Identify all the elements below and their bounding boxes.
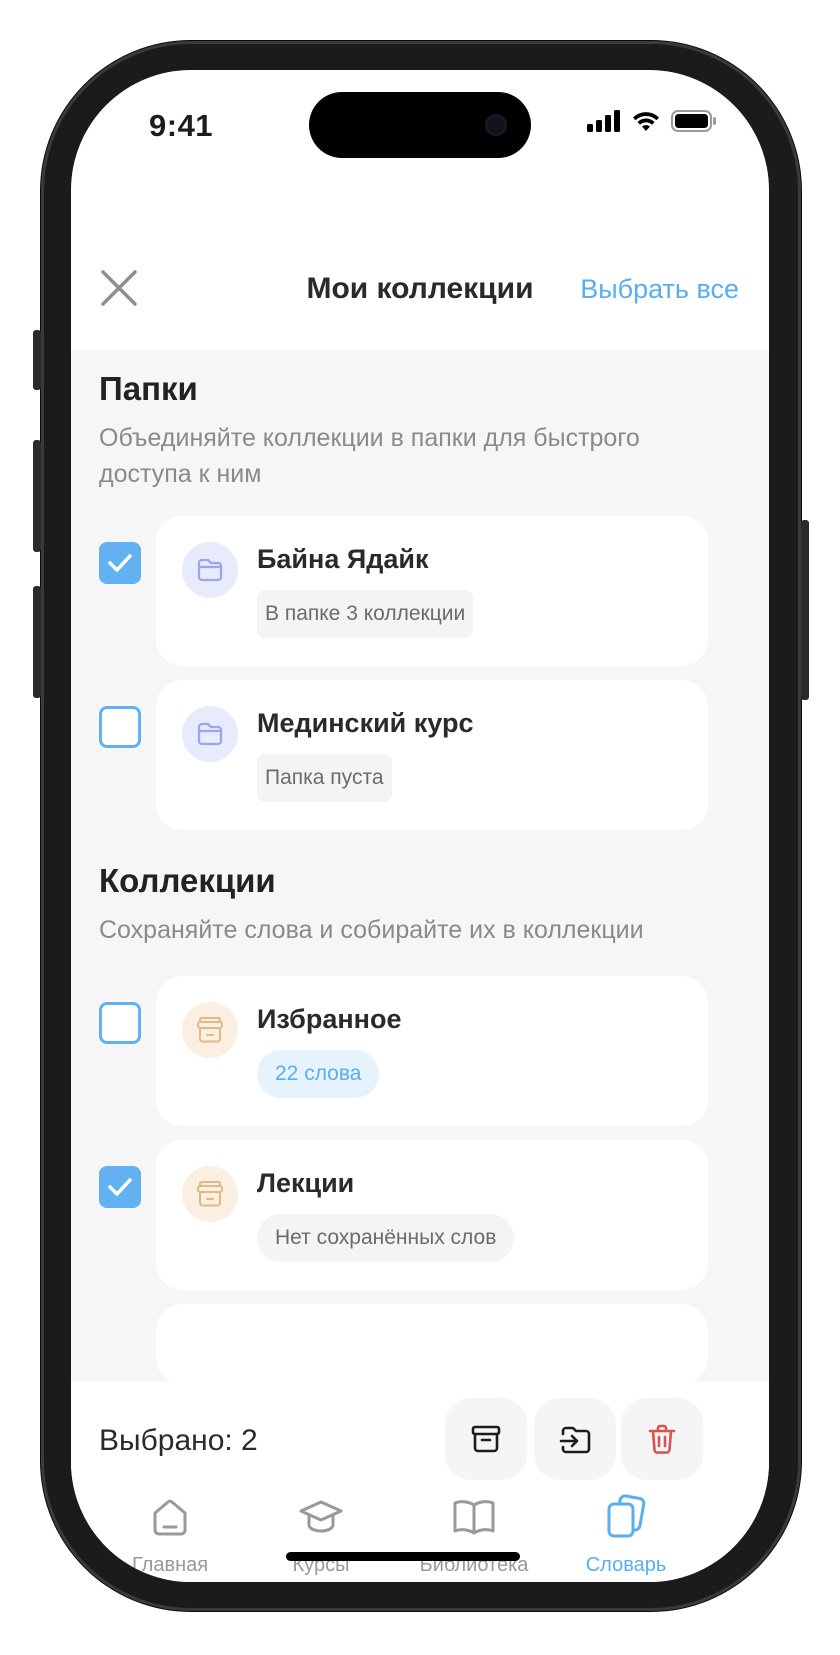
archive-box-icon: [197, 1181, 223, 1207]
folder-card[interactable]: Мединский курс Папка пуста: [156, 680, 708, 830]
home-indicator[interactable]: [286, 1552, 520, 1561]
mute-switch: [33, 330, 41, 390]
archive-button[interactable]: [445, 1398, 527, 1480]
tab-label: Главная: [131, 1554, 209, 1576]
book-icon: [453, 1500, 495, 1535]
delete-button[interactable]: [621, 1398, 703, 1480]
collection-card[interactable]: Лекции Нет сохранённых слов: [156, 1140, 708, 1290]
cards-icon: [607, 1494, 646, 1538]
folder-icon-badge: [182, 706, 238, 762]
volume-down-button: [33, 586, 41, 698]
header: Мои коллекции Выбрать все: [71, 210, 769, 350]
status-icons: [587, 110, 717, 132]
collection-checkbox[interactable]: [99, 1166, 141, 1208]
folders-section-title: Папки: [99, 370, 198, 407]
screen: 9:41 Мои коллекции Выбрать все Папки Объ…: [71, 70, 769, 1582]
collection-card[interactable]: [156, 1304, 708, 1382]
folder-icon: [197, 722, 223, 746]
select-all-button[interactable]: Выбрать все: [580, 274, 739, 305]
dynamic-island: [309, 92, 531, 158]
tab-library[interactable]: Библиотека: [389, 1492, 559, 1577]
content-area[interactable]: Папки Объединяйте коллекции в папки для …: [71, 350, 769, 1382]
collection-name: Избранное: [257, 1004, 402, 1034]
archive-box-icon: [197, 1017, 223, 1043]
tab-courses[interactable]: Курсы: [236, 1492, 406, 1577]
tab-home[interactable]: Главная: [85, 1492, 255, 1577]
collection-count-chip: Нет сохранённых слов: [257, 1214, 515, 1262]
collection-card[interactable]: Избранное 22 слова: [156, 976, 708, 1126]
wifi-icon: [633, 112, 659, 131]
move-to-folder-button[interactable]: [534, 1398, 616, 1480]
power-button: [801, 520, 809, 700]
camera-icon: [485, 114, 507, 136]
folder-icon: [197, 558, 223, 582]
tab-dictionary[interactable]: Словарь: [541, 1492, 711, 1577]
collection-row: Лекции Нет сохранённых слов: [71, 1140, 769, 1290]
collections-section-title: Коллекции: [99, 862, 276, 899]
folder-row: Мединский курс Папка пуста: [71, 680, 769, 830]
tab-bar: Главная Курсы Библиотека Словарь: [71, 1492, 769, 1582]
tab-label: Словарь: [585, 1554, 667, 1576]
collection-count-chip: 22 слова: [257, 1050, 380, 1098]
folder-info-chip: В папке 3 коллекции: [257, 590, 474, 638]
collection-row: Избранное 22 слова: [71, 976, 769, 1126]
status-time: 9:41: [149, 108, 214, 143]
graduation-cap-icon: [299, 1500, 343, 1533]
folder-name: Байна Ядайк: [257, 544, 429, 574]
trash-icon: [648, 1424, 676, 1454]
folders-section-subtitle: Объединяйте коллекции в папки для быстро…: [99, 424, 640, 488]
collections-section-subtitle: Сохраняйте слова и собирайте их в коллек…: [99, 916, 644, 944]
folder-info-chip: Папка пуста: [257, 754, 392, 802]
folder-row: Байна Ядайк В папке 3 коллекции: [71, 516, 769, 666]
collection-checkbox[interactable]: [99, 1002, 141, 1044]
selected-count: Выбрано: 2: [99, 1424, 258, 1457]
collection-icon-badge: [182, 1166, 238, 1222]
battery-icon: [671, 110, 716, 132]
folder-checkbox[interactable]: [99, 706, 141, 748]
folder-card[interactable]: Байна Ядайк В папке 3 коллекции: [156, 516, 708, 666]
cellular-signal-icon: [587, 110, 620, 132]
folder-checkbox[interactable]: [99, 542, 141, 584]
collection-icon-badge: [182, 1002, 238, 1058]
archive-icon: [471, 1425, 501, 1453]
selection-action-bar: Выбрано: 2: [71, 1382, 769, 1492]
collection-name: Лекции: [257, 1168, 355, 1198]
checkmark-icon: [108, 1178, 132, 1196]
checkmark-icon: [108, 554, 132, 572]
folder-icon-badge: [182, 542, 238, 598]
volume-up-button: [33, 440, 41, 552]
folder-name: Мединский курс: [257, 708, 474, 738]
move-to-folder-icon: [559, 1426, 591, 1454]
home-icon: [153, 1499, 187, 1536]
